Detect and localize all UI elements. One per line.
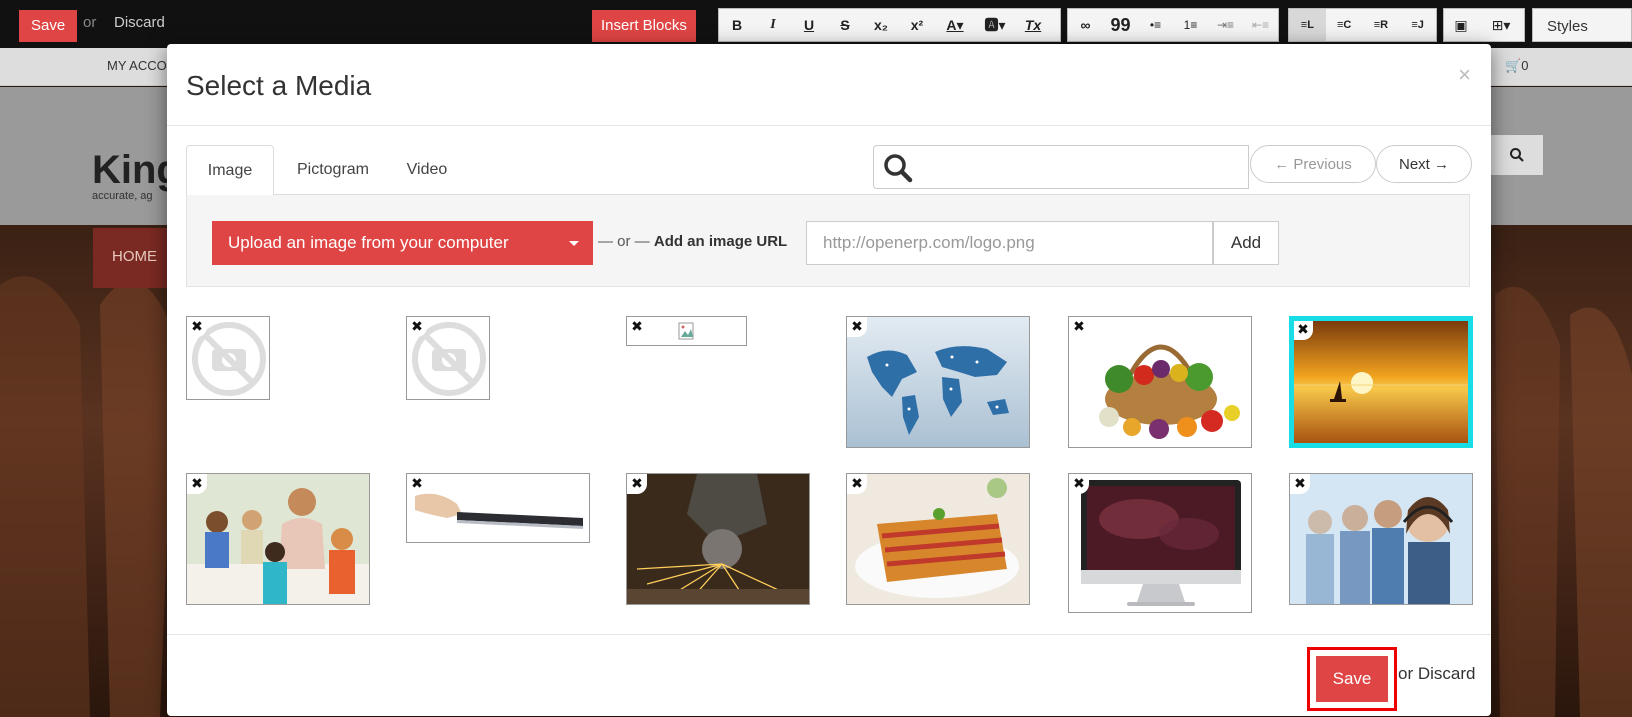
page-menu-home: HOME — [93, 228, 173, 288]
strikethrough-icon[interactable]: S — [827, 9, 863, 41]
media-thumbnail[interactable]: ✖ — [186, 316, 270, 400]
media-thumbnail-selected[interactable]: ✖ — [1289, 316, 1473, 448]
caret-down-icon[interactable] — [569, 241, 579, 246]
underline-icon[interactable]: U — [791, 9, 827, 41]
media-thumbnail[interactable]: ✖ — [186, 473, 370, 605]
remove-icon[interactable]: ✖ — [187, 474, 207, 494]
align-justify-icon[interactable]: ≡J — [1399, 9, 1436, 41]
bullet-list-icon[interactable]: •≡ — [1138, 9, 1173, 41]
outdent-icon[interactable]: ⇤≡ — [1243, 9, 1278, 41]
link-icon[interactable]: ∞ — [1068, 9, 1103, 41]
media-thumbnail[interactable]: ✖ — [406, 473, 590, 543]
add-url-button[interactable]: Add — [1213, 221, 1279, 265]
or-discard-link[interactable]: or Discard — [1398, 664, 1475, 684]
tab-pictogram[interactable]: Pictogram — [278, 145, 388, 195]
add-url-prompt: — or — Add an image URL — [598, 233, 787, 250]
image-url-input[interactable]: http://openerp.com/logo.png — [806, 221, 1213, 265]
remove-icon[interactable]: ✖ — [847, 317, 867, 337]
remove-icon[interactable]: ✖ — [627, 474, 647, 494]
search-input[interactable] — [873, 145, 1249, 189]
vegetable-basket-image — [1069, 317, 1251, 447]
indent-icon[interactable]: ⇥≡ — [1208, 9, 1243, 41]
grinder-sparks-image — [627, 474, 809, 604]
tab-image[interactable]: Image — [186, 145, 274, 196]
remove-icon[interactable]: ✖ — [187, 317, 207, 337]
upload-panel: Upload an image from your computer — or … — [186, 195, 1470, 287]
add-url-label: Add an image URL — [653, 233, 788, 250]
italic-icon[interactable]: I — [755, 9, 791, 41]
sunset-sea-image — [1294, 321, 1468, 443]
world-map-image — [847, 317, 1029, 447]
toolbar-save-button[interactable]: Save — [19, 10, 78, 42]
remove-icon[interactable]: ✖ — [1069, 317, 1089, 337]
dialog-title: Select a Media — [186, 70, 372, 101]
select-media-dialog: Select a Media × Image Pictogram Video ←… — [167, 44, 1491, 716]
tablet-hand-image — [407, 474, 589, 542]
next-page-button[interactable]: Next → — [1376, 145, 1472, 183]
remove-icon[interactable]: ✖ — [407, 474, 427, 494]
media-thumbnail[interactable]: ✖ — [1068, 473, 1252, 613]
highlight-box: Save — [1307, 647, 1397, 711]
subscript-icon[interactable]: x₂ — [863, 9, 899, 41]
font-color-icon[interactable]: A▾ — [935, 9, 975, 41]
bold-icon[interactable]: B — [719, 9, 755, 41]
superscript-icon[interactable]: x² — [899, 9, 935, 41]
media-thumbnail[interactable]: ✖ — [406, 316, 490, 400]
text-format-group: B I U S x₂ x² A▾ 🅰▾ Tx — [718, 8, 1061, 42]
remove-icon[interactable]: ✖ — [1290, 474, 1310, 494]
tab-video[interactable]: Video — [392, 145, 462, 195]
media-thumbnail[interactable]: ✖ — [846, 473, 1030, 605]
close-icon[interactable]: × — [1458, 62, 1471, 88]
previous-page-button[interactable]: ← Previous — [1250, 145, 1376, 183]
lasagna-image — [847, 474, 1029, 604]
quote-icon[interactable]: 99 — [1103, 9, 1138, 41]
media-thumbnail[interactable]: ✖ — [846, 316, 1030, 448]
toolbar-discard-link[interactable]: Discard — [114, 14, 165, 31]
dialog-footer: Save or Discard — [167, 634, 1491, 716]
align-left-icon[interactable]: ≡L — [1289, 9, 1326, 41]
media-thumbnail[interactable]: ✖ — [626, 473, 810, 605]
cart-count: 0 — [1521, 58, 1529, 73]
alignment-group: ≡L ≡C ≡R ≡J — [1288, 8, 1437, 42]
media-thumbnail[interactable]: ✖ — [1289, 473, 1473, 605]
cart-link: 🛒0 — [1505, 58, 1529, 73]
page-search-icon — [1490, 134, 1544, 176]
styles-dropdown[interactable]: Styles — [1532, 8, 1632, 42]
upload-image-label: Upload an image from your computer — [228, 233, 509, 252]
remove-icon[interactable]: ✖ — [847, 474, 867, 494]
clear-format-icon[interactable]: Tx — [1015, 9, 1051, 41]
teacher-children-image — [187, 474, 369, 604]
dialog-header: Select a Media × — [167, 44, 1491, 126]
remove-icon[interactable]: ✖ — [407, 317, 427, 337]
media-thumbnail[interactable]: ✖ — [626, 316, 747, 346]
remove-icon[interactable]: ✖ — [1069, 474, 1089, 494]
media-group: ▣ ⊞▾ — [1443, 8, 1525, 42]
call-center-team-image — [1290, 474, 1472, 604]
or-separator: — or — — [598, 233, 650, 250]
desktop-monitor-image — [1069, 474, 1251, 612]
background-color-icon[interactable]: 🅰▾ — [975, 9, 1015, 41]
align-right-icon[interactable]: ≡R — [1363, 9, 1400, 41]
insert-blocks-button[interactable]: Insert Blocks — [592, 10, 696, 42]
table-icon[interactable]: ⊞▾ — [1478, 9, 1524, 41]
search-icon — [882, 152, 914, 189]
insert-list-group: ∞ 99 •≡ 1≡ ⇥≡ ⇤≡ — [1067, 8, 1279, 42]
remove-icon[interactable]: ✖ — [1294, 321, 1313, 340]
site-tagline: accurate, ag — [92, 190, 153, 202]
toolbar-or-text: or — [83, 14, 97, 31]
remove-icon[interactable]: ✖ — [627, 317, 647, 337]
media-thumbnail[interactable]: ✖ — [1068, 316, 1252, 448]
editor-toolbar: Save or Discard Insert Blocks B I U S x₂… — [0, 0, 1632, 48]
upload-image-button[interactable]: Upload an image from your computer — [212, 221, 593, 265]
image-icon[interactable]: ▣ — [1444, 9, 1478, 41]
align-center-icon[interactable]: ≡C — [1326, 9, 1363, 41]
my-account-link: MY ACCO — [107, 58, 167, 73]
save-button[interactable]: Save — [1316, 656, 1388, 702]
numbered-list-icon[interactable]: 1≡ — [1173, 9, 1208, 41]
